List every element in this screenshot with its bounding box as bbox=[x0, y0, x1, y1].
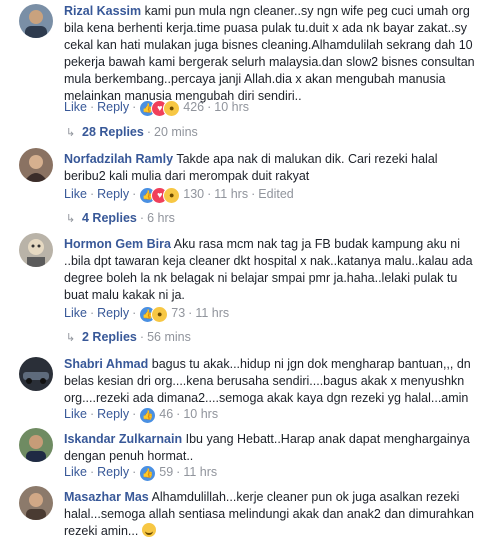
like-link[interactable]: Like bbox=[64, 187, 87, 201]
comment-body: Rizal Kassim kami pun mula ngn cleaner..… bbox=[64, 3, 481, 105]
reaction-icons[interactable]: 👍 bbox=[139, 464, 157, 482]
comment-body: Iskandar Zulkarnain Ibu yang Hebatt..Har… bbox=[64, 431, 481, 465]
comment-actions: Like · Reply · 👍 ♥ ● 426 · 10 hrs bbox=[64, 98, 249, 117]
reaction-icons[interactable]: 👍 bbox=[139, 406, 157, 424]
reaction-count[interactable]: 426 bbox=[183, 100, 204, 114]
reply-arrow-icon: ↳ bbox=[66, 127, 76, 139]
like-link[interactable]: Like bbox=[64, 306, 87, 320]
comment-time[interactable]: 11 hrs bbox=[195, 306, 229, 320]
comment-actions: Like · Reply · 👍 ♥ ● 130 · 11 hrs · Edited bbox=[64, 185, 294, 204]
avatar[interactable] bbox=[19, 428, 53, 462]
comment-time[interactable]: 10 hrs bbox=[183, 407, 218, 421]
view-replies[interactable]: ↳ 2 Replies · 56 mins bbox=[66, 328, 191, 346]
replies-link[interactable]: 2 Replies bbox=[82, 330, 137, 344]
like-link[interactable]: Like bbox=[64, 465, 87, 479]
reply-link[interactable]: Reply bbox=[97, 407, 129, 421]
edited-label[interactable]: Edited bbox=[258, 187, 293, 201]
comment-actions: Like · Reply · 👍 ● 73 · 11 hrs bbox=[64, 304, 229, 323]
comment-text: kami pun mula ngn cleaner..sy ngn wife p… bbox=[64, 4, 475, 103]
reaction-icons[interactable]: 👍 ● bbox=[139, 305, 169, 323]
reaction-icons[interactable]: 👍 ♥ ● bbox=[139, 99, 181, 117]
view-replies[interactable]: ↳ 28 Replies · 20 mins bbox=[66, 123, 198, 141]
comment-author[interactable]: Rizal Kassim bbox=[64, 4, 141, 18]
haha-reaction-icon: ● bbox=[151, 305, 169, 323]
avatar[interactable] bbox=[19, 233, 53, 267]
reply-arrow-icon: ↳ bbox=[66, 332, 76, 344]
comment-body: Hormon Gem Bira Aku rasa mcm nak tag ja … bbox=[64, 236, 481, 304]
replies-time: 56 mins bbox=[147, 330, 191, 344]
comment-body: Norfadzilah Ramly Takde apa nak di maluk… bbox=[64, 151, 481, 185]
smile-emoji-icon bbox=[141, 523, 156, 537]
reaction-count[interactable]: 46 bbox=[159, 407, 173, 421]
comment-author[interactable]: Masazhar Mas bbox=[64, 490, 149, 504]
replies-time: 20 mins bbox=[154, 125, 198, 139]
reaction-icons[interactable]: 👍 ♥ ● bbox=[139, 186, 181, 204]
reply-link[interactable]: Reply bbox=[97, 100, 129, 114]
comment-author[interactable]: Iskandar Zulkarnain bbox=[64, 432, 182, 446]
reply-arrow-icon: ↳ bbox=[66, 213, 76, 225]
avatar[interactable] bbox=[19, 486, 53, 520]
like-reaction-icon: 👍 bbox=[139, 406, 157, 424]
like-link[interactable]: Like bbox=[64, 407, 87, 421]
reaction-count[interactable]: 59 bbox=[159, 465, 173, 479]
comment-body: Shabri Ahmad bagus tu akak...hidup ni jg… bbox=[64, 356, 481, 407]
comment-time[interactable]: 11 hrs bbox=[183, 465, 217, 479]
avatar[interactable] bbox=[19, 357, 53, 391]
comment-actions: Like · Reply · 👍 59 · 11 hrs bbox=[64, 463, 217, 482]
comment-time[interactable]: 11 hrs bbox=[214, 187, 248, 201]
like-reaction-icon: 👍 bbox=[139, 464, 157, 482]
comment-author[interactable]: Norfadzilah Ramly bbox=[64, 152, 173, 166]
comment-body: Masazhar Mas Alhamdulillah...kerje clean… bbox=[64, 489, 481, 540]
wow-reaction-icon: ● bbox=[163, 99, 181, 117]
comment-author[interactable]: Hormon Gem Bira bbox=[64, 237, 171, 251]
haha-reaction-icon: ● bbox=[163, 186, 181, 204]
replies-link[interactable]: 4 Replies bbox=[82, 211, 137, 225]
replies-time: 6 hrs bbox=[147, 211, 175, 225]
comment-time[interactable]: 10 hrs bbox=[214, 100, 249, 114]
reaction-count[interactable]: 130 bbox=[183, 187, 204, 201]
comment-author[interactable]: Shabri Ahmad bbox=[64, 357, 148, 371]
reply-link[interactable]: Reply bbox=[97, 465, 129, 479]
reply-link[interactable]: Reply bbox=[97, 187, 129, 201]
comment-actions: Like · Reply · 👍 46 · 10 hrs bbox=[64, 405, 218, 424]
replies-link[interactable]: 28 Replies bbox=[82, 125, 144, 139]
like-link[interactable]: Like bbox=[64, 100, 87, 114]
reply-link[interactable]: Reply bbox=[97, 306, 129, 320]
view-replies[interactable]: ↳ 4 Replies · 6 hrs bbox=[66, 209, 175, 227]
avatar[interactable] bbox=[19, 4, 53, 38]
avatar[interactable] bbox=[19, 148, 53, 182]
reaction-count[interactable]: 73 bbox=[171, 306, 185, 320]
